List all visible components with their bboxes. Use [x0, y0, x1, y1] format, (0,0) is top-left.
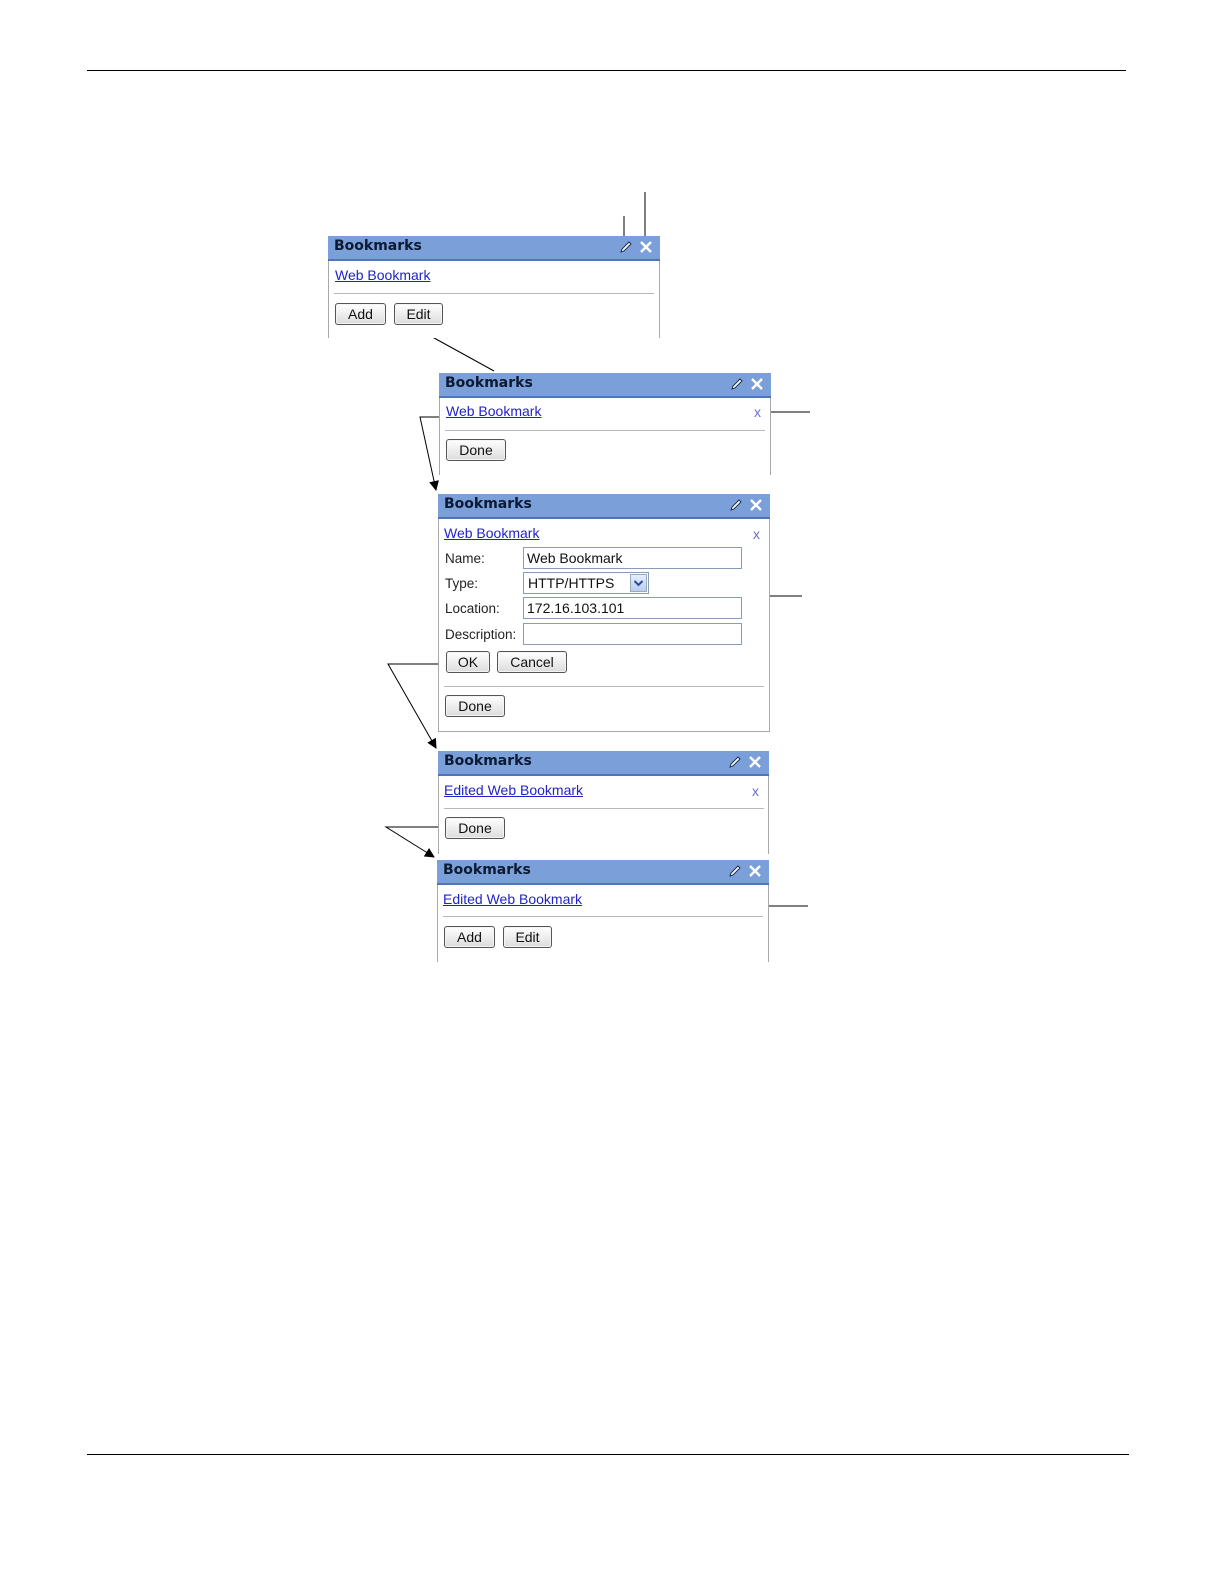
- description-field[interactable]: [523, 623, 742, 645]
- close-icon[interactable]: [748, 497, 764, 513]
- bookmarks-panel-4: Bookmarks Edited Web Bookmark x Done: [438, 751, 769, 854]
- bookmark-link[interactable]: Edited Web Bookmark: [443, 891, 582, 907]
- panel-title: Bookmarks: [444, 753, 532, 769]
- divider: [444, 686, 764, 687]
- type-select-value: HTTP/HTTPS: [528, 575, 615, 591]
- divider: [334, 293, 654, 294]
- location-field[interactable]: 172.16.103.101: [523, 597, 742, 619]
- arrow-done-to-panel5: [384, 826, 442, 858]
- arrow-ok-to-panel4: [387, 663, 442, 749]
- bookmarks-panel-3: Bookmarks Web Bookmark x Name: Web Bookm…: [438, 494, 770, 732]
- type-label: Type:: [445, 576, 479, 591]
- bookmarks-panel-2: Bookmarks Web Bookmark x Done: [439, 373, 771, 475]
- panel-title: Bookmarks: [445, 375, 533, 391]
- add-button[interactable]: Add: [444, 926, 495, 948]
- panel-title: Bookmarks: [443, 862, 531, 878]
- pencil-icon[interactable]: [728, 497, 744, 513]
- bookmark-link[interactable]: Web Bookmark: [444, 525, 539, 541]
- bookmarks-panel-5: Bookmarks Edited Web Bookmark Add Edit: [437, 860, 769, 962]
- location-label: Location:: [445, 601, 500, 616]
- close-icon[interactable]: [747, 754, 763, 770]
- pencil-icon[interactable]: [618, 239, 634, 255]
- panel-header: Bookmarks: [439, 373, 771, 398]
- edit-button[interactable]: Edit: [394, 303, 443, 325]
- done-button[interactable]: Done: [445, 817, 505, 839]
- done-button[interactable]: Done: [446, 439, 506, 461]
- description-label: Description:: [445, 627, 517, 642]
- close-icon[interactable]: [749, 376, 765, 392]
- panel-header: Bookmarks: [438, 494, 770, 519]
- bookmark-link[interactable]: Web Bookmark: [446, 403, 541, 419]
- bookmarks-panel-1: Bookmarks Web Bookmark Add Edit: [328, 236, 660, 338]
- divider: [444, 808, 764, 809]
- panel-header: Bookmarks: [328, 236, 660, 261]
- chevron-down-icon[interactable]: [630, 574, 647, 592]
- close-icon[interactable]: [747, 863, 763, 879]
- delete-bookmark-icon[interactable]: x: [752, 783, 759, 799]
- type-select[interactable]: HTTP/HTTPS: [523, 572, 649, 594]
- add-button[interactable]: Add: [335, 303, 386, 325]
- panel-header: Bookmarks: [437, 860, 769, 885]
- pencil-icon[interactable]: [729, 376, 745, 392]
- cancel-button[interactable]: Cancel: [497, 651, 567, 673]
- pencil-icon[interactable]: [727, 863, 743, 879]
- panel-header: Bookmarks: [438, 751, 769, 776]
- close-icon[interactable]: [638, 239, 654, 255]
- name-field[interactable]: Web Bookmark: [523, 547, 742, 569]
- name-label: Name:: [445, 551, 485, 566]
- panel-title: Bookmarks: [334, 238, 422, 254]
- done-button[interactable]: Done: [445, 695, 505, 717]
- divider: [445, 430, 765, 431]
- pencil-icon[interactable]: [727, 754, 743, 770]
- bookmark-link[interactable]: Edited Web Bookmark: [444, 782, 583, 798]
- delete-bookmark-icon[interactable]: x: [754, 404, 761, 420]
- divider: [443, 916, 763, 917]
- panel-title: Bookmarks: [444, 496, 532, 512]
- delete-bookmark-icon[interactable]: x: [753, 526, 760, 542]
- ok-button[interactable]: OK: [446, 651, 490, 673]
- bookmark-link[interactable]: Web Bookmark: [335, 267, 430, 283]
- edit-button[interactable]: Edit: [503, 926, 552, 948]
